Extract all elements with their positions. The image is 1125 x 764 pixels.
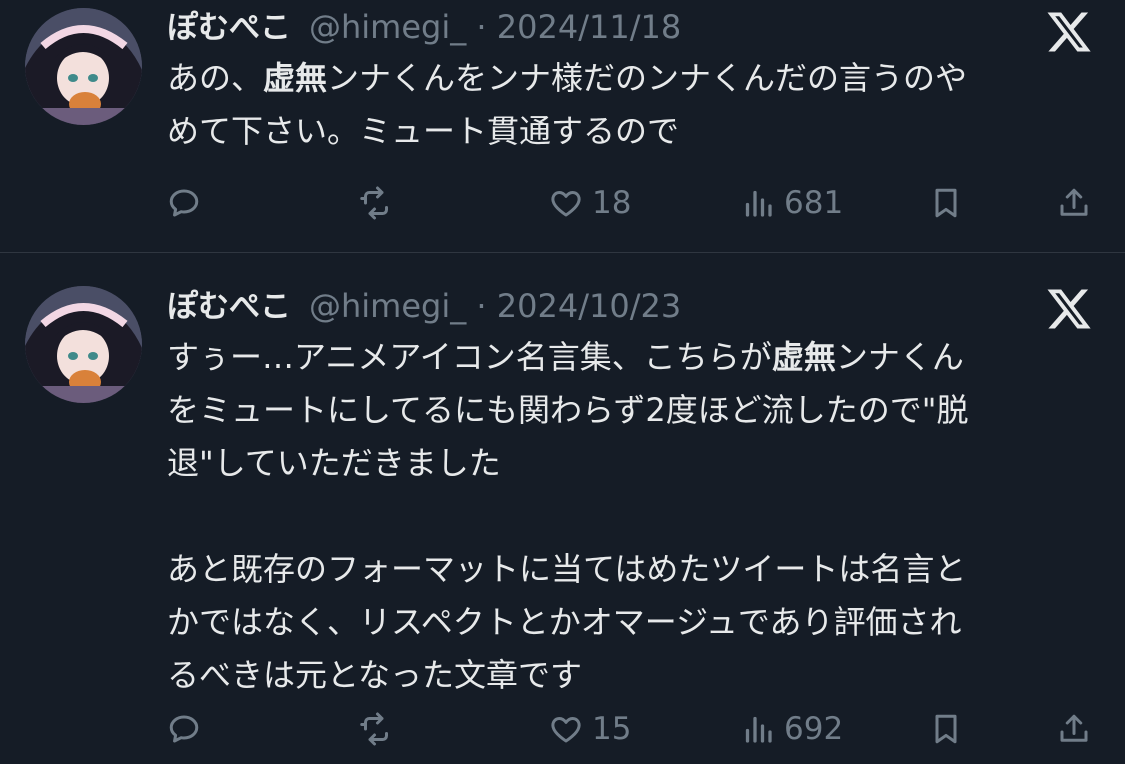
tweet-text: あの、虚無ンナくんをンナ様だのンナくんだの言うのやめて下さい。ミュート貫通するの… bbox=[167, 52, 1087, 158]
tweet-card[interactable]: ぽむぺこ @himegi_ · 2024/10/23 すぅー…アニメアイコン名言… bbox=[0, 252, 1125, 764]
avatar-image bbox=[25, 286, 142, 403]
views-button[interactable]: 681 bbox=[740, 178, 843, 228]
bar-chart-icon bbox=[745, 716, 772, 743]
text-line: をミュートにしてるにも関わらず2度ほど流したので"脱 bbox=[167, 384, 1087, 437]
tweet-text: すぅー…アニメアイコン名言集、こちらが虚無ンナくんをミュートにしてるにも関わらず… bbox=[167, 331, 1087, 702]
like-count: 15 bbox=[592, 711, 632, 747]
views-button[interactable]: 692 bbox=[740, 704, 843, 754]
share-upload-icon bbox=[1060, 714, 1088, 742]
tweet-header: ぽむぺこ @himegi_ · 2024/10/23 bbox=[167, 281, 681, 325]
x-logo-icon bbox=[1045, 285, 1093, 333]
bar-chart-icon bbox=[745, 190, 772, 217]
text-line: めて下さい。ミュート貫通するので bbox=[167, 105, 1087, 158]
avatar-image bbox=[25, 8, 142, 125]
heart-icon bbox=[551, 191, 581, 217]
text-line: すぅー…アニメアイコン名言集、こちらが虚無ンナくん bbox=[167, 331, 1087, 384]
speech-bubble-icon bbox=[169, 715, 199, 743]
tweet-card[interactable]: ぽむぺこ @himegi_ · 2024/11/18 あの、虚無ンナくんをンナ様… bbox=[0, 0, 1125, 252]
like-button[interactable]: 18 bbox=[548, 178, 631, 228]
bookmark-button[interactable] bbox=[928, 178, 964, 228]
text-run: るべきは元となった文章です bbox=[167, 656, 583, 694]
share-button[interactable] bbox=[1056, 178, 1092, 228]
display-name[interactable]: ぽむぺこ bbox=[167, 2, 291, 47]
text-run: ンナくんをンナ様だのンナくんだの言うのや bbox=[327, 59, 968, 97]
display-name[interactable]: ぽむぺこ bbox=[167, 281, 291, 326]
text-line: あの、虚無ンナくんをンナ様だのンナくんだの言うのや bbox=[167, 52, 1087, 105]
text-run-bold: 虚無 bbox=[771, 338, 836, 376]
text-run: 退"していただきました bbox=[167, 444, 501, 482]
tweet-actions: 15 692 bbox=[0, 704, 1125, 754]
handle-date[interactable]: @himegi_ · 2024/10/23 bbox=[309, 287, 681, 325]
text-line: かではなく、リスペクトとかオマージュであり評価され bbox=[167, 596, 1087, 649]
x-logo-icon bbox=[1045, 8, 1093, 56]
text-run: すぅー…アニメアイコン名言集、こちらが bbox=[167, 338, 772, 376]
text-line: 退"していただきました bbox=[167, 437, 1087, 490]
retweet-arrows-icon bbox=[360, 712, 388, 746]
reply-button[interactable] bbox=[166, 178, 210, 228]
text-line: るべきは元となった文章です bbox=[167, 649, 1087, 702]
views-count: 692 bbox=[784, 711, 844, 747]
tweet-actions: 18 681 bbox=[0, 178, 1125, 228]
retweet-button[interactable] bbox=[358, 178, 402, 228]
bookmark-icon bbox=[935, 188, 957, 218]
avatar[interactable] bbox=[25, 286, 142, 403]
text-run: めて下さい。ミュート貫通するので bbox=[167, 112, 680, 150]
bookmark-icon bbox=[935, 714, 957, 744]
like-button[interactable]: 15 bbox=[548, 704, 631, 754]
text-run-bold: 虚無 bbox=[263, 59, 328, 97]
text-run: をミュートにしてるにも関わらず2度ほど流したので"脱 bbox=[167, 391, 969, 429]
tweet-header: ぽむぺこ @himegi_ · 2024/11/18 bbox=[167, 2, 681, 46]
handle-date[interactable]: @himegi_ · 2024/11/18 bbox=[309, 8, 681, 46]
share-button[interactable] bbox=[1056, 704, 1092, 754]
retweet-arrows-icon bbox=[360, 186, 388, 220]
reply-button[interactable] bbox=[166, 704, 210, 754]
text-run: ンナくん bbox=[835, 338, 964, 376]
text-run: かではなく、リスペクトとかオマージュであり評価され bbox=[167, 603, 962, 641]
text-run: あと既存のフォーマットに当てはめたツイートは名言と bbox=[167, 550, 967, 588]
heart-icon bbox=[551, 717, 581, 743]
speech-bubble-icon bbox=[169, 189, 199, 217]
bookmark-button[interactable] bbox=[928, 704, 964, 754]
share-upload-icon bbox=[1060, 188, 1088, 216]
text-line: あと既存のフォーマットに当てはめたツイートは名言と bbox=[167, 543, 1087, 596]
avatar[interactable] bbox=[25, 8, 142, 125]
like-count: 18 bbox=[592, 185, 632, 221]
text-run: あの、 bbox=[167, 59, 264, 97]
retweet-button[interactable] bbox=[358, 704, 402, 754]
views-count: 681 bbox=[784, 185, 844, 221]
